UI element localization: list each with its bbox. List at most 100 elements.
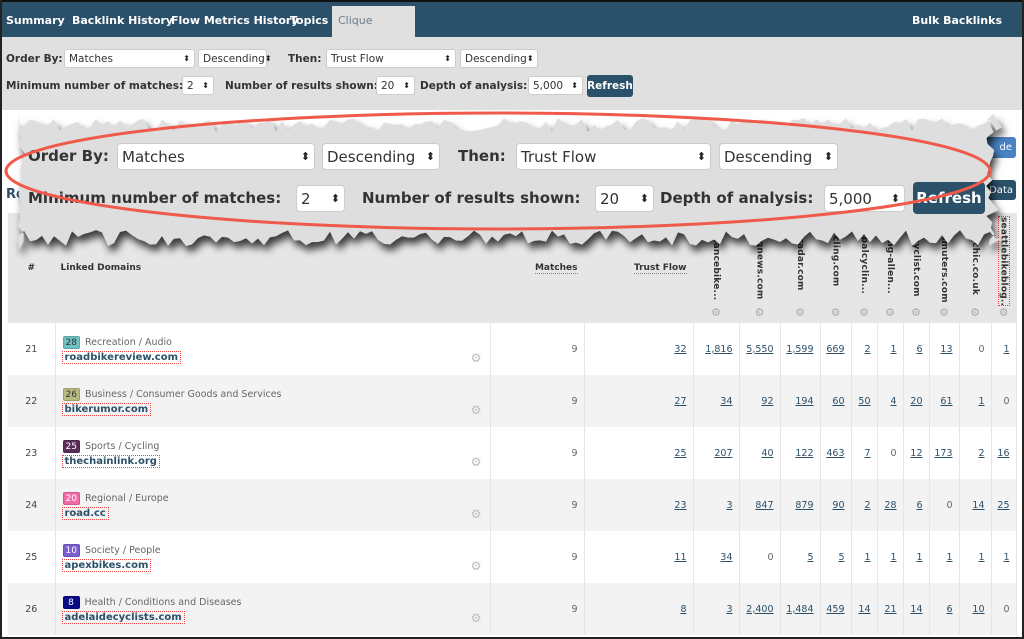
backlink-count-link[interactable]: 13 bbox=[940, 344, 952, 355]
gear-icon[interactable]: ⚙ bbox=[960, 306, 991, 319]
backlink-count-link[interactable]: 669 bbox=[826, 344, 844, 355]
backlink-count-link[interactable]: 463 bbox=[826, 448, 844, 459]
backlink-count-link[interactable]: 3 bbox=[726, 500, 732, 511]
gear-icon[interactable]: ⚙ bbox=[471, 403, 482, 417]
backlink-count-link[interactable]: 1 bbox=[1003, 344, 1009, 355]
gear-icon[interactable]: ⚙ bbox=[471, 559, 482, 573]
gear-icon[interactable]: ⚙ bbox=[878, 306, 903, 319]
backlink-count-link[interactable]: 16 bbox=[997, 448, 1009, 459]
backlink-count-link[interactable]: 4 bbox=[890, 396, 896, 407]
gear-icon[interactable]: ⚙ bbox=[694, 306, 739, 319]
backlink-count-link[interactable]: 1 bbox=[978, 552, 984, 563]
backlink-count-link[interactable]: 173 bbox=[934, 448, 952, 459]
tab-topics[interactable]: Topics bbox=[284, 6, 334, 37]
backlink-count-link[interactable]: 34 bbox=[720, 396, 732, 407]
domain-link[interactable]: bikerumor.com bbox=[61, 402, 152, 416]
backlink-count-link[interactable]: 7 bbox=[864, 448, 870, 459]
gear-icon[interactable]: ⚙ bbox=[852, 306, 877, 319]
refresh-button[interactable]: Refresh bbox=[587, 75, 633, 97]
backlink-count-link[interactable]: 3 bbox=[726, 604, 732, 615]
tab-summary[interactable]: Summary bbox=[0, 6, 71, 37]
callout-order-by-select[interactable]: Matches ⬍ bbox=[117, 143, 315, 170]
gear-icon[interactable]: ⚙ bbox=[471, 455, 482, 469]
backlink-count-link[interactable]: 21 bbox=[884, 604, 896, 615]
backlink-count-link[interactable]: 14 bbox=[858, 604, 870, 615]
backlink-count-link[interactable]: 6 bbox=[916, 500, 922, 511]
backlink-count-link[interactable]: 2,400 bbox=[746, 604, 773, 615]
backlink-count-link[interactable]: 5,550 bbox=[746, 344, 773, 355]
backlink-count-link[interactable]: 25 bbox=[997, 500, 1009, 511]
order-by-select[interactable]: Matches ⬍ bbox=[64, 49, 195, 68]
trust-flow-link[interactable]: 8 bbox=[680, 604, 686, 615]
backlink-count-link[interactable]: 1 bbox=[978, 396, 984, 407]
tab-clique-hunter[interactable]: Clique Hunter bbox=[332, 6, 415, 56]
backlink-count-link[interactable]: 28 bbox=[884, 500, 896, 511]
gear-icon[interactable]: ⚙ bbox=[781, 306, 820, 319]
then-by-select[interactable]: Trust Flow ⬍ bbox=[326, 49, 456, 68]
backlink-count-link[interactable]: 1 bbox=[1003, 552, 1009, 563]
backlink-count-link[interactable]: 50 bbox=[858, 396, 870, 407]
callout-results-shown-select[interactable]: 20 ⬍ bbox=[595, 185, 654, 212]
domain-link[interactable]: thechainlink.org bbox=[61, 454, 160, 468]
backlink-count-link[interactable]: 122 bbox=[795, 448, 813, 459]
results-shown-select[interactable]: 20 ⬍ bbox=[376, 76, 415, 95]
depth-select[interactable]: 5,000 ⬍ bbox=[528, 76, 583, 95]
backlink-count-link[interactable]: 5 bbox=[838, 552, 844, 563]
backlink-count-link[interactable]: 20 bbox=[910, 396, 922, 407]
backlink-count-link[interactable]: 2 bbox=[864, 500, 870, 511]
backlink-count-link[interactable]: 10 bbox=[972, 604, 984, 615]
callout-then-by-select[interactable]: Trust Flow ⬍ bbox=[516, 143, 711, 170]
tab-backlink-history[interactable]: Backlink History bbox=[66, 6, 179, 37]
trust-flow-link[interactable]: 23 bbox=[674, 500, 686, 511]
trust-flow-link[interactable]: 11 bbox=[674, 552, 686, 563]
gear-icon[interactable]: ⚙ bbox=[471, 611, 482, 625]
backlink-count-link[interactable]: 847 bbox=[755, 500, 773, 511]
backlink-count-link[interactable]: 5 bbox=[807, 552, 813, 563]
col-header-domain[interactable]: seattlebikeblog... ⚙ bbox=[991, 213, 1017, 323]
domain-link[interactable]: road.cc bbox=[61, 506, 109, 520]
backlink-count-link[interactable]: 1,816 bbox=[705, 344, 732, 355]
backlink-count-link[interactable]: 1 bbox=[890, 552, 896, 563]
gear-icon[interactable]: ⚙ bbox=[992, 306, 1016, 319]
gear-icon[interactable]: ⚙ bbox=[471, 507, 482, 521]
trust-flow-link[interactable]: 27 bbox=[674, 396, 686, 407]
then-direction-select[interactable]: Descending ⬍ bbox=[460, 49, 538, 68]
backlink-count-link[interactable]: 60 bbox=[832, 396, 844, 407]
order-direction-select[interactable]: Descending ⬍ bbox=[198, 49, 272, 68]
callout-refresh-button[interactable]: Refresh bbox=[913, 182, 985, 214]
min-matches-select[interactable]: 2 ⬍ bbox=[182, 76, 214, 95]
gear-icon[interactable]: ⚙ bbox=[471, 351, 482, 365]
gear-icon[interactable]: ⚙ bbox=[821, 306, 851, 319]
backlink-count-link[interactable]: 1 bbox=[946, 552, 952, 563]
backlink-count-link[interactable]: 34 bbox=[720, 552, 732, 563]
backlink-count-link[interactable]: 14 bbox=[910, 604, 922, 615]
gear-icon[interactable]: ⚙ bbox=[904, 306, 929, 319]
domain-link[interactable]: apexbikes.com bbox=[61, 558, 152, 572]
backlink-count-link[interactable]: 6 bbox=[946, 604, 952, 615]
backlink-count-link[interactable]: 1,484 bbox=[786, 604, 813, 615]
backlink-count-link[interactable]: 1 bbox=[864, 552, 870, 563]
backlink-count-link[interactable]: 90 bbox=[832, 500, 844, 511]
trust-flow-link[interactable]: 32 bbox=[674, 344, 686, 355]
backlink-count-link[interactable]: 459 bbox=[826, 604, 844, 615]
callout-then-direction-select[interactable]: Descending ⬍ bbox=[719, 143, 838, 170]
domain-link[interactable]: roadbikereview.com bbox=[61, 350, 182, 364]
trust-flow-header-label[interactable]: Trust Flow bbox=[633, 263, 687, 274]
backlink-count-link[interactable]: 61 bbox=[940, 396, 952, 407]
domain-link[interactable]: adelaidecyclists.com bbox=[61, 610, 185, 624]
gear-icon[interactable]: ⚙ bbox=[930, 306, 959, 319]
callout-min-matches-select[interactable]: 2 ⬍ bbox=[296, 185, 345, 212]
callout-depth-select[interactable]: 5,000 ⬍ bbox=[824, 185, 905, 212]
callout-order-direction-select[interactable]: Descending ⬍ bbox=[322, 143, 440, 170]
backlink-count-link[interactable]: 2 bbox=[978, 448, 984, 459]
backlink-count-link[interactable]: 92 bbox=[761, 396, 773, 407]
backlink-count-link[interactable]: 879 bbox=[795, 500, 813, 511]
backlink-count-link[interactable]: 1 bbox=[916, 552, 922, 563]
backlink-count-link[interactable]: 14 bbox=[972, 500, 984, 511]
gear-icon[interactable]: ⚙ bbox=[740, 306, 780, 319]
backlink-count-link[interactable]: 207 bbox=[714, 448, 732, 459]
backlink-count-link[interactable]: 1 bbox=[890, 344, 896, 355]
backlink-count-link[interactable]: 12 bbox=[910, 448, 922, 459]
trust-flow-link[interactable]: 25 bbox=[674, 448, 686, 459]
matches-header-label[interactable]: Matches bbox=[534, 263, 578, 274]
